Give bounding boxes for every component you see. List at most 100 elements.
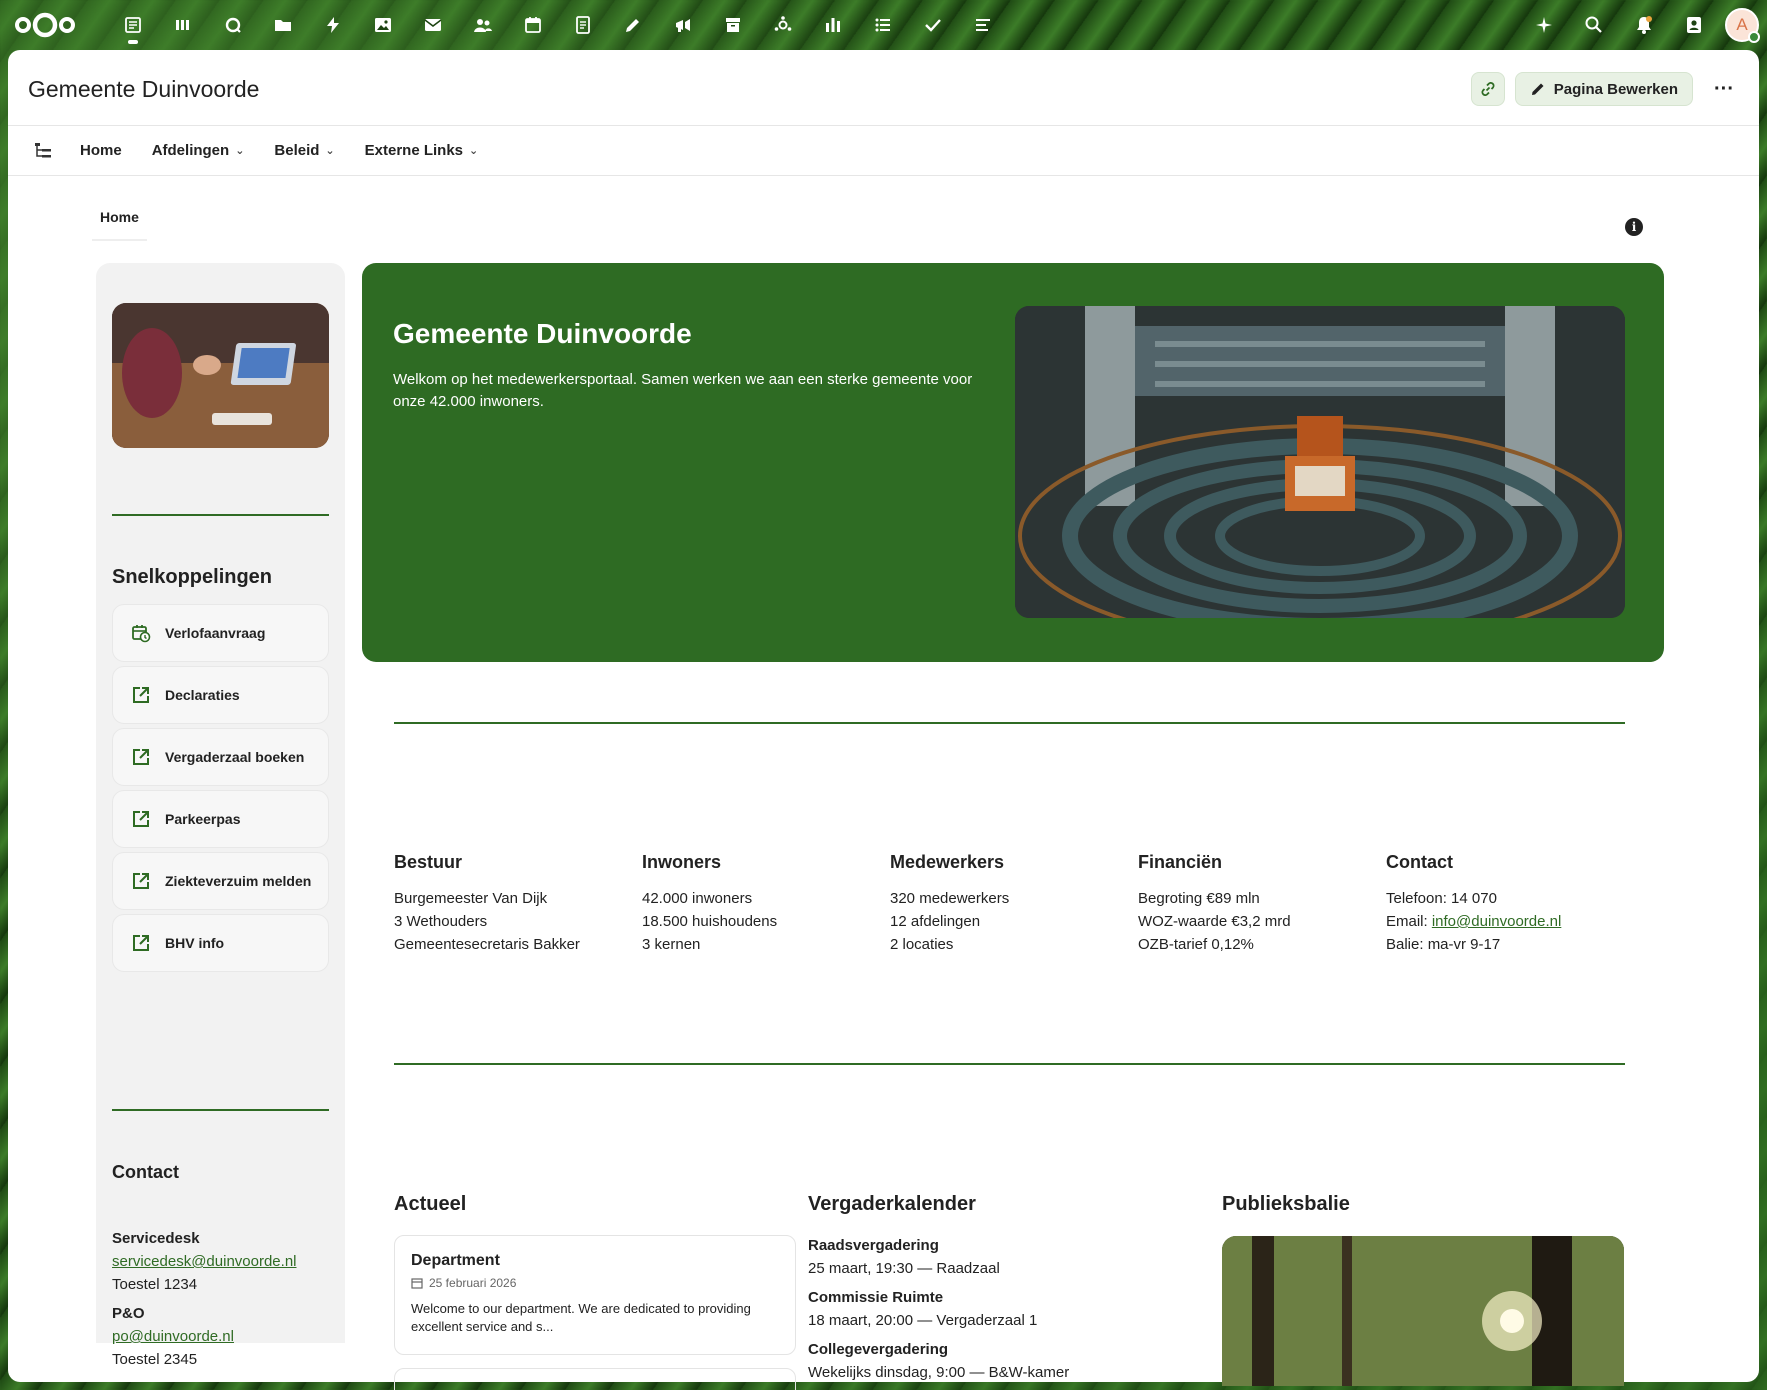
avatar-initial: A — [1736, 15, 1748, 34]
menu-item-externe-links[interactable]: Externe Links ⌄ — [365, 142, 479, 159]
open-in-new-icon — [133, 873, 149, 889]
edit-page-button[interactable]: Pagina Bewerken — [1514, 72, 1693, 106]
stat-title: Contact — [1386, 852, 1453, 872]
announcements-icon[interactable] — [658, 0, 708, 50]
contact-heading: Contact — [112, 1162, 179, 1182]
hero-title: Gemeente Duinvoorde — [393, 318, 692, 349]
stat-title: Inwoners — [642, 852, 722, 872]
quick-link-label: Verlofaanvraag — [165, 625, 266, 641]
calendar-icon[interactable] — [508, 0, 558, 50]
search-icon[interactable] — [1569, 0, 1619, 50]
menu-item-beleid[interactable]: Beleid ⌄ — [274, 142, 334, 159]
stat-line: Burgemeester Van Dijk — [394, 890, 548, 907]
stat-line: 2 locaties — [890, 936, 954, 953]
quick-link[interactable]: Vergaderzaal boeken — [112, 728, 329, 786]
event-title: Raadsvergadering — [808, 1237, 939, 1254]
stat-title: Bestuur — [394, 852, 463, 872]
files-icon[interactable] — [258, 0, 308, 50]
open-in-new-icon — [133, 687, 149, 703]
quick-link-label: BHV info — [165, 935, 225, 951]
page-header: Gemeente Duinvoorde Pagina Bewerken ··· — [8, 50, 1759, 126]
contact-label: P&O — [112, 1305, 145, 1322]
more-actions-button[interactable]: ··· — [1707, 72, 1741, 106]
forms-icon[interactable] — [958, 0, 1008, 50]
contact-email-link[interactable]: servicedesk@duinvoorde.nl — [112, 1253, 297, 1270]
text-edit-icon[interactable] — [608, 0, 658, 50]
calendar-event[interactable]: Raadsvergadering 25 maart, 19:30 — Raadza… — [808, 1234, 1000, 1280]
menu-item-label: Externe Links — [364, 142, 464, 159]
sitemap-icon[interactable] — [34, 142, 52, 160]
stat-line: 18.500 huishoudens — [642, 913, 778, 930]
calendar-event[interactable]: Commissie Ruimte 18 maart, 20:00 — Vergad… — [808, 1286, 1037, 1332]
contacts-menu-icon[interactable] — [1669, 0, 1719, 50]
activity-icon[interactable] — [308, 0, 358, 50]
quick-link[interactable]: Ziekteverzuim melden — [112, 852, 329, 910]
news-date: 25 februari 2026 — [429, 1276, 517, 1290]
news-card[interactable] — [394, 1368, 796, 1390]
stat-line: WOZ-waarde €3,2 mrd — [1138, 913, 1291, 930]
council-chamber-photo — [1015, 306, 1625, 618]
status-dot — [1748, 31, 1760, 43]
quick-link[interactable]: Declaraties — [112, 666, 329, 724]
dashboard-icon[interactable] — [108, 0, 158, 50]
assistant-icon[interactable] — [1519, 0, 1569, 50]
contacts-icon[interactable] — [458, 0, 508, 50]
circles-icon[interactable] — [758, 0, 808, 50]
calendar-event[interactable]: Collegevergadering Wekelijks dinsdag, 9:0… — [808, 1338, 1069, 1384]
hero-text: Welkom op het medewerkersportaal. Samen … — [393, 371, 973, 410]
stat-email-link[interactable]: info@duinvoorde.nl — [1432, 913, 1561, 930]
nextcloud-logo[interactable] — [14, 12, 76, 38]
quick-link-label: Parkeerpas — [165, 811, 241, 827]
search-app-icon[interactable] — [208, 0, 258, 50]
photos-icon[interactable] — [358, 0, 408, 50]
menu-item-afdelingen[interactable]: Afdelingen ⌄ — [152, 142, 245, 159]
list-icon[interactable] — [858, 0, 908, 50]
stat-line-label: Email: — [1386, 913, 1432, 930]
stat-column: Financiën Begroting €89 mln WOZ-waarde €3,… — [1138, 852, 1368, 956]
news-card[interactable]: Department 25 februari 2026 Welcome to o… — [394, 1235, 796, 1355]
quick-link[interactable]: Parkeerpas — [112, 790, 329, 848]
event-detail: 25 maart, 19:30 — Raadzaal — [808, 1260, 1000, 1277]
stat-line: 3 kernen — [642, 936, 701, 953]
contact-email-link[interactable]: po@duinvoorde.nl — [112, 1328, 234, 1345]
meeting-photo — [112, 303, 329, 448]
stat-line: Gemeentesecretaris Bakker — [394, 936, 580, 953]
open-in-new-icon — [133, 811, 149, 827]
stat-title: Medewerkers — [890, 852, 1005, 872]
tasks-icon[interactable] — [908, 0, 958, 50]
menu-items: Home Afdelingen ⌄ Beleid ⌄ Externe Links ⌄ — [80, 142, 508, 159]
copy-link-button[interactable] — [1470, 72, 1505, 106]
quick-link[interactable]: BHV info — [112, 914, 329, 972]
sidebar-divider — [112, 1109, 329, 1111]
deck-icon[interactable] — [158, 0, 208, 50]
quick-link[interactable]: Verlofaanvraag — [112, 604, 329, 662]
link-icon — [1481, 82, 1495, 96]
header-right: A — [1519, 0, 1767, 50]
analytics-icon[interactable] — [808, 0, 858, 50]
notes-icon[interactable] — [558, 0, 608, 50]
info-icon[interactable]: i — [1625, 218, 1643, 236]
archive-icon[interactable] — [708, 0, 758, 50]
header-actions: Pagina Bewerken ··· — [1470, 72, 1741, 106]
quick-link-label: Vergaderzaal boeken — [165, 749, 305, 765]
menu-item-home[interactable]: Home — [80, 142, 122, 159]
stat-line: Telefoon: 14 070 — [1386, 890, 1497, 907]
contact-phone: Toestel 2345 — [112, 1351, 198, 1368]
stat-column: Inwoners 42.000 inwoners 18.500 huishouden… — [642, 852, 872, 956]
contact-label: Servicedesk — [112, 1230, 200, 1247]
user-avatar[interactable]: A — [1725, 8, 1760, 43]
section-divider — [394, 722, 1625, 724]
stat-column: Medewerkers 320 medewerkers 12 afdelingen 2… — [890, 852, 1120, 956]
breadcrumb[interactable]: Home — [92, 209, 147, 241]
contact-po: P&O po@duinvoorde.nl Toestel 2345 — [112, 1302, 234, 1371]
notifications-icon[interactable] — [1619, 0, 1669, 50]
news-title: Department — [411, 1252, 500, 1269]
open-in-new-icon — [133, 749, 149, 765]
stat-line: Balie: ma-vr 9-17 — [1386, 936, 1501, 953]
chevron-down-icon: ⌄ — [325, 145, 335, 157]
hero-banner: Gemeente Duinvoorde Welkom op het medewe… — [362, 263, 1664, 662]
section-divider — [394, 1063, 1625, 1065]
open-in-new-icon — [133, 935, 149, 951]
mail-icon[interactable] — [408, 0, 458, 50]
quick-links-heading: Snelkoppelingen — [112, 566, 273, 588]
